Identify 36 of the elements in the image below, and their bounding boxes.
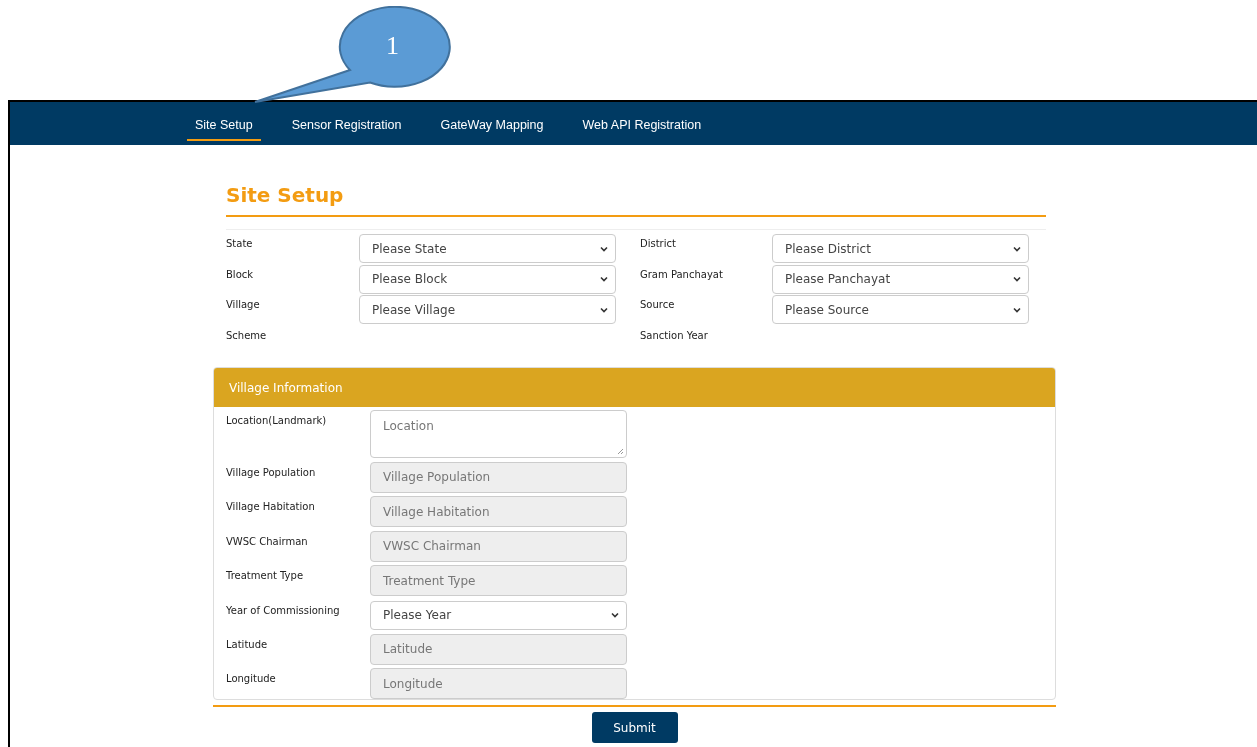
- panel-header: Village Information: [214, 368, 1055, 407]
- field-label: Treatment Type: [226, 569, 305, 583]
- field-label: Longitude: [226, 672, 277, 686]
- page-heading: Site Setup: [226, 183, 1046, 217]
- field-label: VWSC Chairman: [226, 534, 309, 549]
- select-field[interactable]: Please Block: [359, 264, 616, 294]
- nav-tab[interactable]: GateWay Mapping: [432, 110, 552, 141]
- submit-button[interactable]: Submit: [591, 712, 678, 743]
- field-label: Block: [226, 267, 255, 282]
- field-label: State: [226, 237, 254, 251]
- field-label: Gram Panchayat: [640, 267, 724, 282]
- nav-tab[interactable]: Site Setup: [187, 110, 261, 141]
- field-label: Sanction Year: [640, 328, 709, 343]
- field-label: Source: [640, 298, 676, 312]
- select-field[interactable]: Please State: [359, 234, 616, 263]
- nav-tab[interactable]: Sensor Registration: [283, 110, 410, 141]
- field-label: Village: [226, 298, 261, 312]
- chevron-down-icon: [1012, 274, 1022, 284]
- field-label: Scheme: [226, 328, 268, 343]
- select-field[interactable]: Please Source: [772, 295, 1029, 324]
- location-field[interactable]: Location: [370, 410, 627, 458]
- field-label: District: [640, 237, 677, 251]
- select-field[interactable]: Please Village: [359, 295, 616, 324]
- nav-tab[interactable]: Web API Registration: [574, 110, 710, 141]
- resize-grip-icon[interactable]: [617, 448, 624, 455]
- select-field[interactable]: Please Year: [370, 600, 627, 630]
- select-field[interactable]: Please Panchayat: [772, 264, 1029, 294]
- callout-number: 1: [386, 31, 399, 61]
- select-field[interactable]: Please District: [772, 234, 1029, 263]
- chevron-down-icon: [610, 610, 620, 620]
- field-label: Village Habitation: [226, 500, 316, 514]
- field-label: Village Population: [226, 465, 317, 480]
- field-label: Latitude: [226, 637, 269, 652]
- field-label: Year of Commissioning: [226, 603, 341, 618]
- chevron-down-icon: [599, 274, 609, 284]
- field-label: Location(Landmark): [226, 414, 328, 428]
